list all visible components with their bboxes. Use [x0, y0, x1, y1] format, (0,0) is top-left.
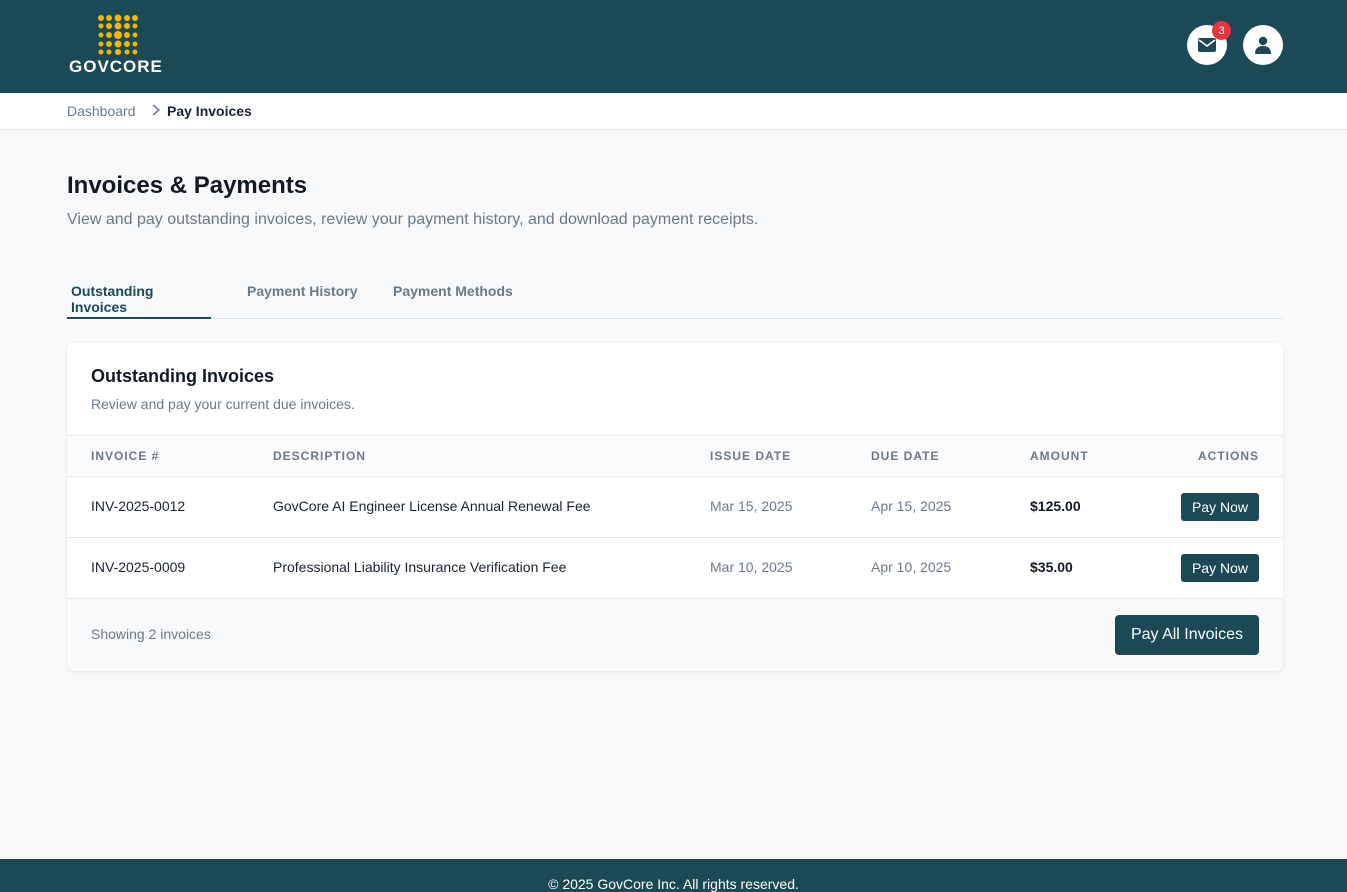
pay-now-button[interactable]: Pay Now	[1180, 554, 1259, 582]
page-footer: © 2025 GovCore Inc. All rights reserved.	[0, 859, 1347, 892]
column-header-description: Description	[273, 449, 367, 463]
govcore-logo[interactable]: GOVCORE	[69, 14, 169, 76]
pay-all-invoices-button[interactable]: Pay All Invoices	[1114, 615, 1259, 655]
outstanding-invoices-card: Outstanding Invoices Review and pay your…	[67, 343, 1283, 671]
top-navigation-bar: GOVCORE 3	[0, 0, 1347, 93]
column-header-amount: Amount	[1030, 449, 1089, 463]
tab-payment-methods[interactable]: Payment Methods	[393, 270, 513, 319]
column-header-actions: Actions	[1198, 449, 1259, 463]
due-date: Apr 15, 2025	[871, 498, 952, 514]
user-icon	[1255, 36, 1271, 54]
due-date: Apr 10, 2025	[871, 559, 952, 575]
govcore-logo-mark	[98, 14, 138, 55]
card-title: Outstanding Invoices	[91, 366, 275, 386]
user-profile-button[interactable]	[1243, 25, 1283, 65]
issue-date: Mar 15, 2025	[710, 498, 793, 514]
notification-badge: 3	[1212, 21, 1231, 40]
invoice-amount: $125.00	[1030, 498, 1081, 514]
invoice-description: Professional Liability Insurance Verific…	[273, 559, 567, 575]
tab-payment-history[interactable]: Payment History	[247, 270, 357, 319]
copyright-text: © 2025 GovCore Inc. All rights reserved.	[548, 876, 799, 892]
column-header-issue-date: Issue Date	[710, 449, 792, 463]
invoice-number: INV-2025-0009	[91, 559, 186, 575]
breadcrumb: Dashboard Pay Invoices	[0, 93, 1347, 130]
mail-icon	[1198, 38, 1216, 52]
table-footer: Showing 2 invoices Pay All Invoices	[67, 599, 1283, 671]
breadcrumb-dashboard-link[interactable]: Dashboard	[67, 103, 136, 119]
table-row: INV-2025-0009 Professional Liability Ins…	[67, 538, 1283, 599]
issue-date: Mar 10, 2025	[710, 559, 793, 575]
pay-now-button[interactable]: Pay Now	[1180, 493, 1259, 521]
table-header: Invoice # Description Issue Date Due Dat…	[67, 435, 1283, 477]
invoice-number: INV-2025-0012	[91, 498, 186, 514]
messages-button[interactable]: 3	[1187, 21, 1231, 65]
page-subtitle: View and pay outstanding invoices, revie…	[67, 211, 759, 228]
logo-wordmark: GOVCORE	[69, 57, 163, 76]
tab-bar: Outstanding Invoices Payment History Pay…	[67, 270, 1283, 319]
breadcrumb-current: Pay Invoices	[167, 103, 252, 119]
column-header-due-date: Due Date	[871, 449, 940, 463]
column-header-invoice: Invoice #	[91, 449, 160, 463]
chevron-right-icon	[152, 104, 161, 116]
card-subtitle: Review and pay your current due invoices…	[91, 396, 355, 412]
invoice-description: GovCore AI Engineer License Annual Renew…	[273, 498, 591, 514]
tab-outstanding-invoices[interactable]: Outstanding Invoices	[67, 270, 211, 319]
invoice-amount: $35.00	[1030, 559, 1073, 575]
table-row: INV-2025-0012 GovCore AI Engineer Licens…	[67, 477, 1283, 538]
page-title: Invoices & Payments	[67, 172, 308, 199]
invoice-count: Showing 2 invoices	[91, 626, 211, 642]
